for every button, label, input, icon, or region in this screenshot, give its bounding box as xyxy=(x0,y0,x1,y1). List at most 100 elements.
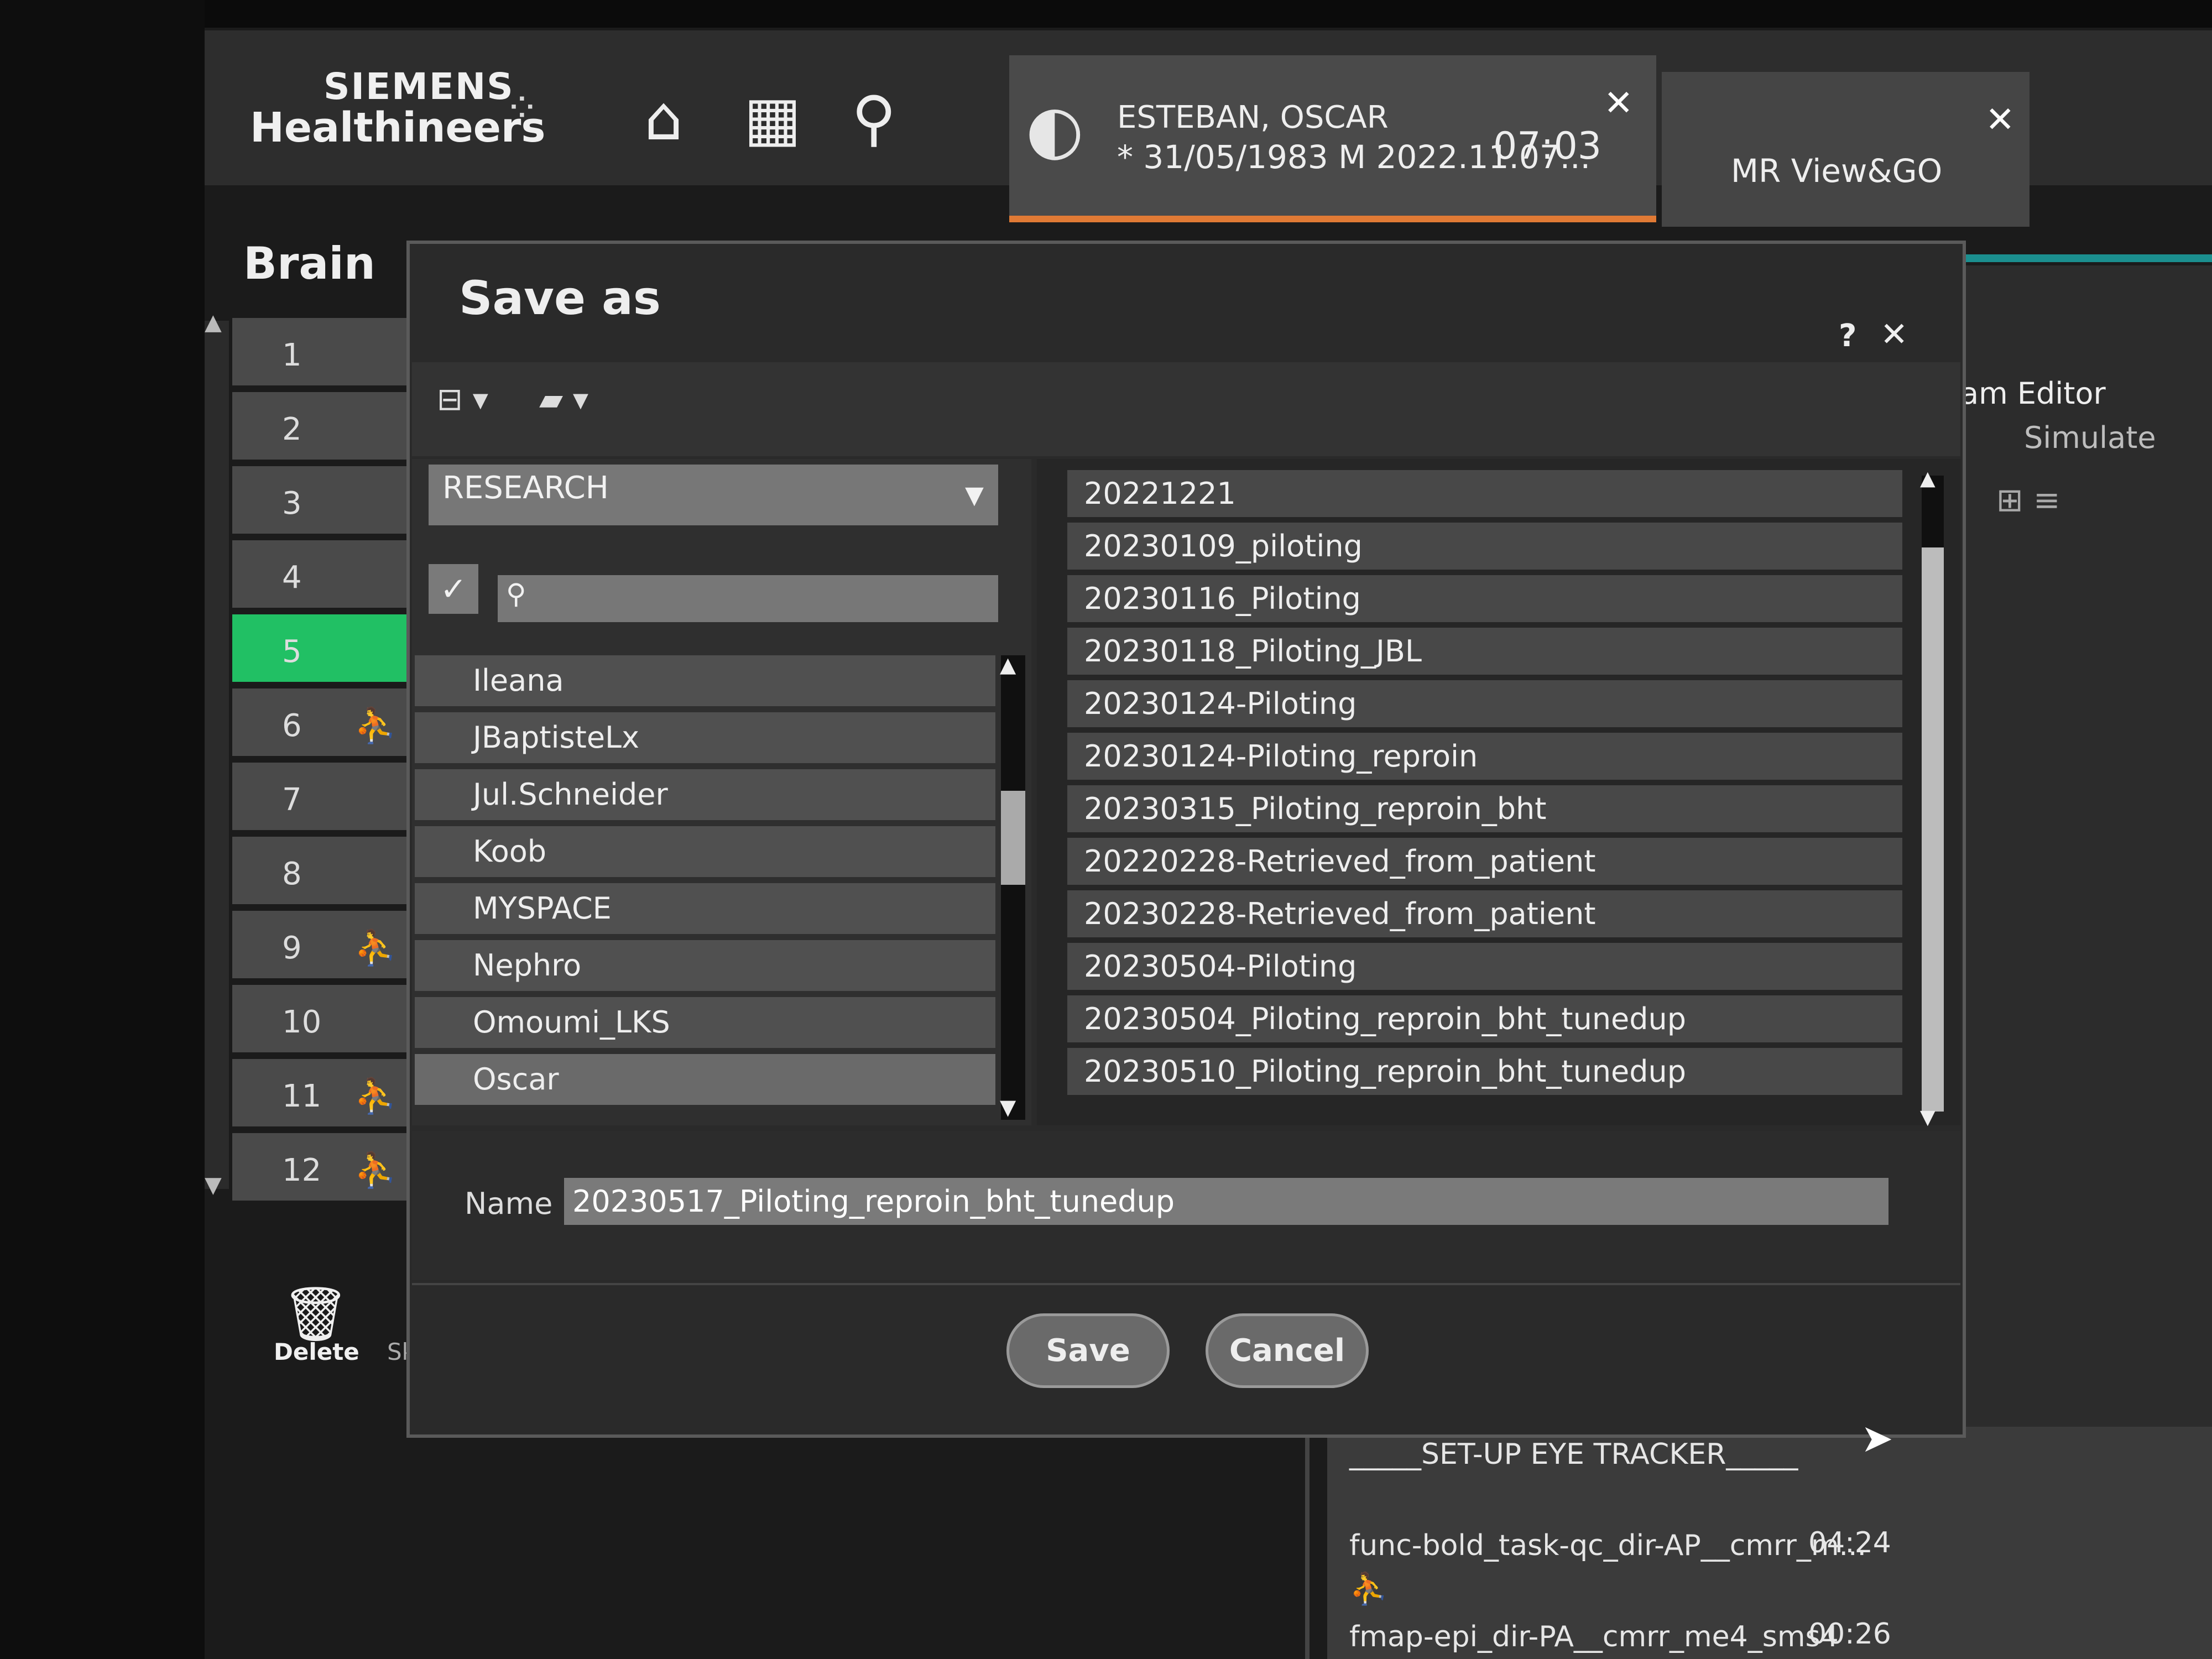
step-row[interactable]: 7 xyxy=(232,763,409,830)
scroll-down-icon[interactable]: ▼ xyxy=(1000,1095,1016,1119)
folder-list-item[interactable]: 20230118_Piloting_JBL xyxy=(1067,628,1902,675)
step-list-scrollbar[interactable] xyxy=(205,321,229,1189)
step-number: 1 xyxy=(282,337,302,373)
scroll-down-icon[interactable]: ▼ xyxy=(205,1172,222,1198)
scroll-up-icon[interactable]: ▲ xyxy=(205,310,222,335)
queue-item-time: 04:24 xyxy=(1808,1526,1891,1559)
step-number: 3 xyxy=(282,486,302,521)
patient-time: 07:03 xyxy=(1493,124,1601,168)
step-number: 10 xyxy=(282,1004,322,1040)
folder-list-item[interactable]: 20220228-Retrieved_from_patient xyxy=(1067,838,1902,885)
close-icon[interactable]: ✕ xyxy=(1604,83,1634,124)
tab-mr-view-go[interactable] xyxy=(1662,72,2030,227)
tab-program-editor[interactable]: am Editor xyxy=(1960,376,2106,411)
tree-view-dropdown-icon[interactable]: ⊟ ▾ xyxy=(437,382,488,418)
queue-item-name[interactable]: fmap-epi_dir-PA__cmrr_me4_sms4 xyxy=(1349,1620,1839,1653)
step-row[interactable]: 1 xyxy=(232,318,409,385)
folder-list-item[interactable]: 20221221 xyxy=(1067,470,1902,517)
cancel-button[interactable]: Cancel xyxy=(1206,1313,1369,1388)
user-list-item[interactable]: Jul.Schneider xyxy=(415,769,995,820)
user-list-scroll-thumb[interactable] xyxy=(1001,791,1025,885)
step-row[interactable]: 8 xyxy=(232,837,409,904)
scroll-up-icon[interactable]: ▲ xyxy=(1000,653,1016,677)
folder-list-item[interactable]: 20230504_Piloting_reproin_bht_tunedup xyxy=(1067,995,1902,1042)
queue-item-time: 00:26 xyxy=(1808,1618,1891,1651)
folder-list-item[interactable]: 20230124-Piloting xyxy=(1067,680,1902,727)
chevron-down-icon[interactable]: ▼ xyxy=(965,481,984,509)
logo-siemens: SIEMENS xyxy=(324,65,514,108)
search-input[interactable] xyxy=(498,575,998,622)
dialog-toolbar xyxy=(412,362,1960,456)
user-list-item[interactable]: Oscar xyxy=(415,1054,995,1105)
patient-interaction-icon: ⛹ xyxy=(1349,1571,1388,1607)
location-select-value: RESEARCH xyxy=(442,470,609,506)
step-number: 9 xyxy=(282,930,302,966)
program-toolbar-icon[interactable]: ⊞ ≡ xyxy=(1996,481,2060,519)
step-row[interactable]: 3 xyxy=(232,466,409,534)
tab-mr-view-go-label: MR View&GO xyxy=(1731,152,1943,190)
step-number: 7 xyxy=(282,782,302,818)
user-list-item[interactable]: Omoumi_LKS xyxy=(415,997,995,1048)
dialog-title: Save as xyxy=(459,271,661,325)
user-list-item[interactable]: JBaptisteLx xyxy=(415,712,995,763)
user-list-item[interactable]: Koob xyxy=(415,826,995,877)
user-list: Ileana JBaptisteLx Jul.Schneider Koob MYSPAC… xyxy=(415,655,995,1111)
scroll-up-icon[interactable]: ▲ xyxy=(1920,467,1936,490)
step-number: 5 xyxy=(282,634,302,670)
folder-list-item[interactable]: 20230228-Retrieved_from_patient xyxy=(1067,890,1902,937)
calendar-icon[interactable]: ▦ xyxy=(744,83,801,154)
step-row[interactable]: 9 ⛹ xyxy=(232,911,409,978)
save-button[interactable]: Save xyxy=(1006,1313,1170,1388)
scroll-down-icon[interactable]: ▼ xyxy=(1920,1106,1936,1129)
step-row[interactable]: 12 ⛹ xyxy=(232,1133,409,1201)
step-row[interactable]: 2 xyxy=(232,392,409,460)
mouse-cursor-icon: ➤ xyxy=(1861,1416,1893,1461)
home-icon[interactable]: ⌂ xyxy=(644,83,683,154)
folder-list: 20221221 20230109_piloting 20230116_Piloti… xyxy=(1067,470,1902,1100)
user-list-item[interactable]: Ileana xyxy=(415,655,995,706)
delete-button-label[interactable]: Delete xyxy=(274,1338,359,1365)
step-number: 12 xyxy=(282,1152,322,1188)
close-icon[interactable]: ✕ xyxy=(1880,315,1908,354)
patient-icon: ◐ xyxy=(1026,91,1084,168)
tab-simulate[interactable]: Simulate xyxy=(2024,420,2156,455)
folder-list-item[interactable]: 20230124-Piloting_reproin xyxy=(1067,733,1902,780)
user-list-item[interactable]: MYSPACE xyxy=(415,883,995,934)
patient-interaction-icon: ⛹ xyxy=(354,705,397,745)
patient-name: ESTEBAN, OSCAR xyxy=(1117,100,1389,135)
patient-interaction-icon: ⛹ xyxy=(354,1076,397,1116)
step-row[interactable]: 4 xyxy=(232,540,409,608)
close-icon[interactable]: ✕ xyxy=(1985,100,2015,140)
new-folder-dropdown-icon[interactable]: ▰ ▾ xyxy=(539,382,588,418)
patient-search-icon[interactable]: ⚲ xyxy=(852,83,896,154)
search-icon: ⚲ xyxy=(506,578,526,610)
step-number: 2 xyxy=(282,411,302,447)
folder-list-item[interactable]: 20230510_Piloting_reproin_bht_tunedup xyxy=(1067,1048,1902,1095)
help-icon[interactable]: ? xyxy=(1839,318,1856,354)
queue-item-name[interactable]: func-bold_task-qc_dir-AP__cmrr_m... xyxy=(1349,1529,1866,1562)
step-number: 6 xyxy=(282,708,302,744)
step-row[interactable]: 11 ⛹ xyxy=(232,1059,409,1126)
folder-list-item[interactable]: 20230315_Piloting_reproin_bht xyxy=(1067,785,1902,832)
patient-interaction-icon: ⛹ xyxy=(354,1150,397,1190)
queue-header-eye-tracker: _____SET-UP EYE TRACKER_____ xyxy=(1349,1438,1798,1471)
name-field[interactable] xyxy=(564,1178,1888,1225)
name-field-label: Name xyxy=(465,1186,553,1221)
step-number: 11 xyxy=(282,1078,322,1114)
step-list: 1 2 3 4 5 6 ⛹ 7 8 9 ⛹ 10 11 ⛹ 12 ⛹ xyxy=(232,318,409,1207)
step-row[interactable]: 6 ⛹ xyxy=(232,688,409,756)
step-number: 4 xyxy=(282,560,302,596)
monitor-bezel xyxy=(0,0,205,1659)
trash-icon[interactable]: 🗑 xyxy=(282,1283,349,1345)
folder-list-item[interactable]: 20230109_piloting xyxy=(1067,523,1902,570)
step-row[interactable]: 10 xyxy=(232,985,409,1052)
filter-toggle-icon[interactable]: ✓ xyxy=(429,564,478,614)
folder-list-item[interactable]: 20230116_Piloting xyxy=(1067,575,1902,622)
folder-list-item[interactable]: 20230504-Piloting xyxy=(1067,943,1902,990)
folder-list-scroll-thumb[interactable] xyxy=(1922,547,1944,1112)
logo-healthineers: Healthineers xyxy=(250,104,546,152)
patient-interaction-icon: ⛹ xyxy=(354,927,397,968)
step-row[interactable]: 5 xyxy=(232,614,409,682)
user-list-scrollbar[interactable] xyxy=(1001,655,1025,1120)
user-list-item[interactable]: Nephro xyxy=(415,940,995,991)
